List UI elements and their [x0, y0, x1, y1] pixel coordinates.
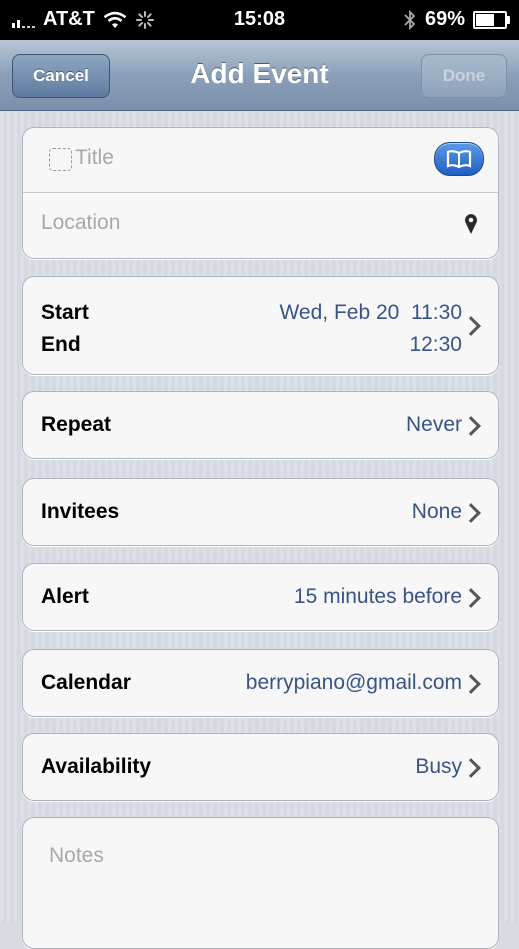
battery-fill [476, 13, 494, 26]
status-right: 69% [403, 8, 510, 31]
repeat-row[interactable]: Repeat Never [22, 391, 499, 459]
invitees-value: None [411, 500, 462, 523]
end-time: 12:30 [409, 333, 462, 356]
location-field[interactable]: Location [23, 193, 498, 257]
status-bar: AT&T 15:08 69% [0, 0, 519, 40]
title-placeholder: Title [75, 146, 114, 169]
chevron-right-icon [461, 674, 481, 694]
alert-label: Alert [41, 585, 89, 608]
calendar-value: berrypiano@gmail.com [245, 671, 462, 694]
calendar-label: Calendar [41, 671, 131, 694]
chevron-right-icon [461, 588, 481, 608]
calendar-row[interactable]: Calendar berrypiano@gmail.com [22, 649, 499, 717]
end-label: End [41, 333, 81, 356]
chevron-right-icon [461, 503, 481, 523]
alert-value: 15 minutes before [293, 585, 462, 608]
bluetooth-icon [404, 9, 416, 30]
notes-field[interactable]: Notes [22, 817, 499, 949]
start-end-row[interactable]: Start End Wed, Feb 20 11:30 12:30 [22, 276, 499, 375]
location-placeholder: Location [41, 211, 121, 234]
availability-row[interactable]: Availability Busy [22, 733, 499, 801]
chevron-right-icon [461, 316, 481, 336]
title-field[interactable]: Title [23, 128, 498, 193]
start-date: Wed, Feb 20 [279, 301, 400, 324]
start-label: Start [41, 301, 89, 324]
availability-label: Availability [41, 755, 152, 778]
battery-percent: 69% [424, 8, 465, 30]
invitees-label: Invitees [41, 500, 120, 523]
location-pin-icon[interactable] [464, 213, 478, 235]
done-button[interactable]: Done [421, 54, 507, 98]
start-datetime: Wed, Feb 20 11:30 [279, 301, 462, 325]
invitees-row[interactable]: Invitees None [22, 478, 499, 546]
title-location-group: Title Location [22, 127, 499, 259]
nav-bar: Cancel Add Event Done [0, 40, 519, 111]
contacts-book-icon[interactable] [434, 142, 484, 176]
start-time: 11:30 [411, 301, 462, 324]
alert-row[interactable]: Alert 15 minutes before [22, 563, 499, 631]
chevron-right-icon [461, 416, 481, 436]
notes-placeholder: Notes [49, 844, 104, 867]
repeat-value: Never [405, 413, 462, 436]
chevron-right-icon [461, 758, 481, 778]
battery-icon [473, 10, 510, 29]
repeat-label: Repeat [41, 413, 112, 436]
availability-value: Busy [415, 755, 462, 778]
event-form: Title Location Start End Wed, Feb 20 11:… [0, 111, 519, 949]
title-checkbox-icon [49, 148, 72, 171]
